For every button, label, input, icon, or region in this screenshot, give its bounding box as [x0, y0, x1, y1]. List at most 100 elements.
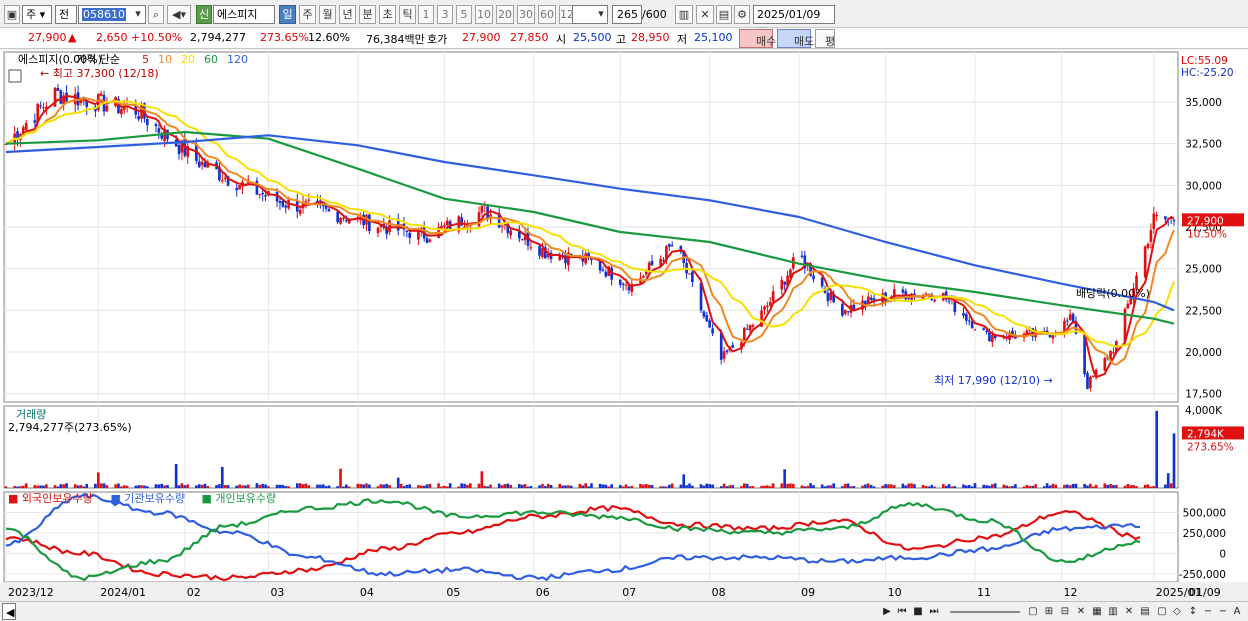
volume-bar [569, 485, 573, 488]
ma-legend-title: 가격 단순 [76, 53, 120, 66]
sell-button[interactable]: 매도 [777, 29, 814, 48]
candle-body [56, 87, 60, 92]
date-input[interactable]: 2025/01/09 ▦ [753, 5, 835, 38]
period-button[interactable]: 일 [279, 5, 296, 24]
volume-bar [823, 486, 827, 488]
candle-body [336, 211, 339, 223]
stop-icon[interactable]: ■ [911, 604, 925, 619]
period-button[interactable]: 초 [379, 5, 396, 24]
window-icon[interactable]: ▢ [1155, 604, 1169, 619]
tools-icon[interactable]: ✕ [696, 5, 714, 24]
volume-bar [924, 485, 928, 488]
cross-icon[interactable]: ✕ [1074, 604, 1088, 619]
search-icon[interactable]: ⌕ [148, 5, 164, 24]
link-icon[interactable]: ⊟ [1058, 604, 1072, 619]
fast-back-icon[interactable]: ⏮ [895, 604, 909, 619]
volume-bar [480, 471, 484, 488]
arrow-icon[interactable]: ↕ [1186, 604, 1200, 619]
candle-body [947, 300, 951, 302]
prefix-select[interactable]: 전 [55, 5, 77, 24]
volume-bar [740, 486, 743, 488]
chevron-down-icon[interactable]: ▾ [595, 5, 607, 24]
interval-button[interactable]: 30 [517, 5, 535, 24]
grid-icon[interactable]: ▦ [1090, 604, 1104, 619]
candle-body [307, 199, 311, 201]
volume-bar [200, 484, 204, 488]
text-icon[interactable]: A [1230, 604, 1244, 619]
scroll-left-button[interactable]: ◀ [2, 603, 16, 620]
period-button[interactable]: 틱 [399, 5, 416, 24]
fast-forward-icon[interactable]: ⏭ [927, 604, 941, 619]
candle-body [440, 225, 443, 229]
volume-bar [884, 484, 887, 488]
minus-icon[interactable]: − [1216, 604, 1230, 619]
volume-bar [933, 486, 936, 488]
volume-bar [324, 486, 328, 488]
volume-bar [79, 485, 83, 488]
candle-body [621, 283, 625, 285]
volume-bar [910, 483, 913, 488]
volume-tag-text: 2,794K [1187, 428, 1225, 440]
candle-body [24, 122, 28, 130]
count-input[interactable]: 265 [612, 5, 642, 24]
volume-bar [264, 484, 267, 488]
period-button[interactable]: 주 [299, 5, 316, 24]
link-icon[interactable]: ⊞ [1042, 604, 1056, 619]
period-button[interactable]: 년 [339, 5, 356, 24]
buy-button[interactable]: 매수 [739, 29, 777, 48]
layout-icon[interactable]: ▢ [1026, 604, 1040, 619]
sound-icon[interactable]: ◀▾ [167, 5, 191, 24]
holding-tick-label: -250,000 [1179, 569, 1226, 581]
stock-name-field[interactable]: 에스피지 [213, 5, 275, 24]
interval-button[interactable]: 20 [496, 5, 514, 24]
interval-button[interactable]: 3 [437, 5, 453, 24]
candle-body [342, 218, 345, 220]
type-select[interactable]: 주 ▾ [22, 5, 52, 24]
ma-legend-item: 60 [204, 53, 218, 66]
settings-icon[interactable]: ◇ [1170, 604, 1184, 619]
interval-button[interactable]: 5 [456, 5, 472, 24]
interval-button[interactable]: 10 [475, 5, 493, 24]
minus-icon[interactable]: − [1201, 604, 1215, 619]
current-price: 27,900 [28, 31, 67, 44]
volume-bar [13, 485, 16, 488]
volume-bar [186, 484, 190, 488]
cross-icon[interactable]: ✕ [1122, 604, 1136, 619]
volume-bar [518, 483, 521, 488]
period-button[interactable]: 월 [319, 5, 336, 24]
candle-icon[interactable]: ▥ [1106, 604, 1120, 619]
period-button[interactable]: 분 [359, 5, 376, 24]
volume-bar [1112, 485, 1115, 488]
gear-icon[interactable]: ⚙ [734, 5, 750, 24]
stock-name-value: 에스피지 [217, 8, 258, 21]
interval-button[interactable]: 1 [418, 5, 434, 24]
price-tick-label: 20,000 [1185, 347, 1222, 359]
scale-icon[interactable]: ▤ [1138, 604, 1152, 619]
price-tick-label: 35,000 [1185, 97, 1222, 109]
volume-bar [662, 486, 665, 488]
volume-bar [396, 477, 400, 488]
volume-bar [639, 483, 642, 488]
layout-icon[interactable]: ▣ [4, 5, 20, 24]
volume-bar [177, 485, 181, 488]
eval-button[interactable]: 평 [815, 29, 835, 48]
chevron-down-icon[interactable]: ▾ [132, 5, 144, 24]
save-icon[interactable]: ▤ [716, 5, 732, 24]
volume-bar [506, 483, 510, 488]
buy-button-label: 매수 [756, 35, 777, 48]
scroll-right-icon[interactable]: ▶ [880, 604, 894, 619]
chart-area[interactable]: 35,00032,50030,00027,50025,00022,50020,0… [0, 50, 1248, 601]
zoom-slider[interactable] [950, 611, 1020, 613]
interval-button[interactable]: 60 [538, 5, 556, 24]
volume-bar [244, 485, 247, 488]
volume-bar [463, 483, 466, 488]
volume-bar [766, 485, 769, 488]
candle-body [768, 301, 772, 306]
x-tick-label: 05 [446, 586, 460, 599]
candle-body [933, 299, 936, 302]
candle-body [1155, 214, 1159, 216]
volume-bar [607, 486, 611, 488]
candle-icon[interactable]: ▥ [675, 5, 693, 24]
candle-body [869, 297, 873, 300]
volume-bar [134, 485, 138, 488]
